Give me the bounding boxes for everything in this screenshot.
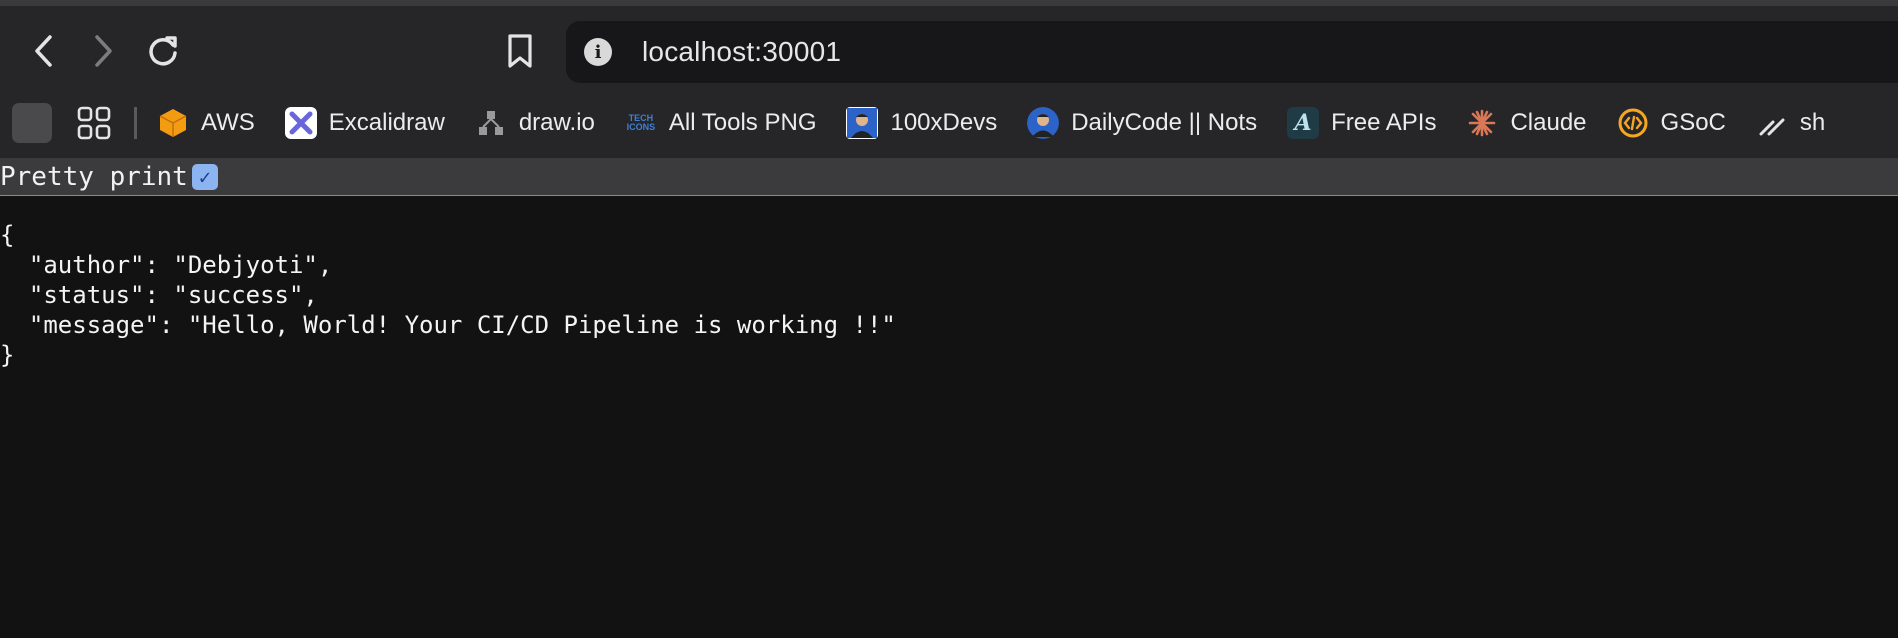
json-line: "author": "Debjyoti",: [0, 251, 333, 279]
browser-toolbar: i localhost:30001: [0, 6, 1898, 88]
bookmark-label: 100xDevs: [890, 109, 998, 136]
bookmark-label: DailyCode || Nots: [1071, 109, 1258, 136]
json-viewer-toolbar: Pretty print ✓: [0, 158, 1898, 196]
bookmark-claude[interactable]: Claude: [1466, 107, 1587, 139]
bookmark-100xdevs[interactable]: 100xDevs: [846, 107, 997, 139]
tech-icons-icon: TECH ICONS: [626, 113, 656, 132]
bookmark-label: All Tools PNG: [668, 109, 817, 136]
bookmark-label: Free APIs: [1331, 109, 1437, 136]
json-line: "status": "success",: [0, 281, 318, 309]
bookmark-gsoc[interactable]: GSoC: [1617, 107, 1726, 139]
bookmark-icon: [508, 34, 532, 68]
bookmark-dailycode[interactable]: DailyCode || Nots: [1027, 107, 1257, 139]
json-body: { "author": "Debjyoti", "status": "succe…: [0, 196, 1898, 370]
excalidraw-icon: [284, 107, 317, 139]
bookmarks-bar: AWS Excalidraw draw.io TECH ICONS All Too…: [0, 88, 1898, 158]
aws-cube-icon: [157, 107, 189, 139]
checkmark-icon: ✓: [198, 164, 211, 189]
bookmark-label: AWS: [201, 109, 255, 136]
gsoc-icon: [1617, 107, 1649, 139]
pretty-print-checkbox[interactable]: ✓: [191, 163, 218, 190]
chevron-left-icon: [35, 35, 52, 67]
bookmark-excalidraw[interactable]: Excalidraw: [284, 107, 445, 139]
site-info-icon[interactable]: i: [584, 38, 612, 66]
bookmark-label: sh: [1799, 109, 1826, 136]
avatar-icon: [1027, 107, 1060, 139]
address-bar[interactable]: i localhost:30001: [566, 21, 1898, 83]
reload-button[interactable]: [143, 30, 183, 72]
avatar-icon: [846, 107, 879, 139]
free-apis-icon: A: [1287, 107, 1320, 139]
bookmark-sh[interactable]: sh: [1756, 107, 1825, 139]
claude-icon: [1466, 107, 1498, 139]
chevron-right-icon: [95, 35, 112, 67]
json-line: {: [0, 221, 15, 249]
bookmark-all-tools-png[interactable]: TECH ICONS All Tools PNG: [625, 107, 817, 139]
bookmark-label: GSoC: [1660, 109, 1726, 136]
back-button[interactable]: [24, 30, 64, 72]
reload-icon: [149, 36, 177, 66]
pretty-print-label: Pretty print: [0, 161, 188, 192]
bookmark-page-button[interactable]: [500, 30, 540, 72]
address-url: localhost:30001: [642, 36, 842, 67]
apps-grid-icon[interactable]: [76, 105, 112, 141]
bookmark-aws[interactable]: AWS: [157, 107, 255, 139]
bookmarks-divider: [134, 107, 137, 139]
bookmark-label: Excalidraw: [328, 109, 445, 136]
bookmark-label: draw.io: [518, 109, 595, 136]
json-line: }: [0, 341, 15, 369]
drawio-icon: [475, 107, 507, 139]
json-line: "message": "Hello, World! Your CI/CD Pip…: [0, 311, 896, 339]
slash-icon: [1756, 107, 1788, 139]
bookmark-drawio[interactable]: draw.io: [475, 107, 595, 139]
bookmark-label: Claude: [1510, 109, 1587, 136]
bookmark-free-apis[interactable]: A Free APIs: [1287, 107, 1436, 139]
tab-group-icon[interactable]: [12, 103, 52, 143]
forward-button[interactable]: [83, 30, 123, 72]
